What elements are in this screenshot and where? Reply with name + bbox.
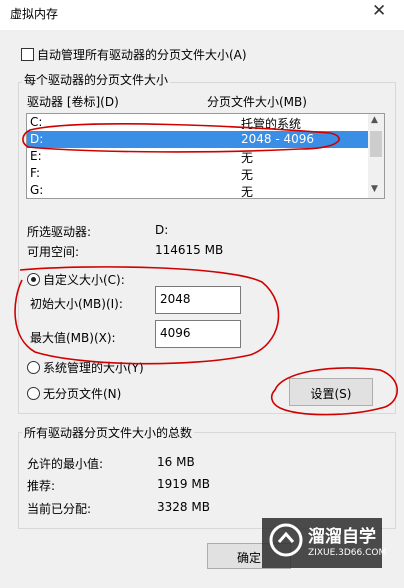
initial-size-label: 初始大小(MB)(I): — [30, 297, 123, 311]
drive-letter: D: — [30, 132, 44, 146]
drive-page-size: 无 — [241, 185, 254, 199]
drive-row[interactable]: G: 无 — [27, 182, 368, 199]
system-managed-label: 系统管理的大小(Y) — [43, 361, 144, 375]
selected-drive-label: 所选驱动器: — [27, 225, 92, 239]
auto-manage-label: 自动管理所有驱动器的分页文件大小(A) — [37, 48, 247, 62]
set-button[interactable]: 设置(S) — [289, 378, 373, 406]
column-header-drive: 驱动器 [卷标](D) — [27, 95, 119, 109]
recommended-label: 推荐: — [27, 479, 56, 493]
drive-page-size: 2048 - 4096 — [241, 132, 315, 146]
initial-size-input[interactable]: 2048 — [155, 286, 241, 314]
scroll-thumb[interactable] — [370, 131, 382, 157]
no-paging-radio[interactable] — [27, 387, 40, 400]
watermark-url: ZIXUE.3D66.COM — [308, 548, 387, 558]
allocated-label: 当前已分配: — [27, 502, 92, 516]
auto-manage-checkbox[interactable] — [21, 48, 34, 61]
min-allowed-value: 16 MB — [157, 455, 195, 469]
column-header-size: 分页文件大小(MB) — [207, 95, 307, 109]
drive-row[interactable]: E: 无 — [27, 148, 368, 165]
drive-row[interactable]: C: 托管的系统 — [27, 114, 368, 131]
max-size-input[interactable]: 4096 — [155, 320, 241, 348]
drive-letter: F: — [30, 166, 41, 180]
drive-page-size: 无 — [241, 168, 254, 182]
custom-size-label: 自定义大小(C): — [43, 273, 125, 287]
selected-drive-value: D: — [155, 223, 169, 237]
watermark-title: 溜溜自学 — [308, 527, 376, 547]
title-bar — [0, 0, 404, 30]
scroll-up-icon[interactable]: ▲ — [371, 115, 378, 125]
drive-letter: E: — [30, 149, 42, 163]
min-allowed-label: 允许的最小值: — [27, 457, 104, 471]
drive-letter: C: — [30, 115, 43, 129]
allocated-value: 3328 MB — [157, 500, 210, 514]
drive-row-selected[interactable]: D: 2048 - 4096 — [27, 131, 368, 148]
no-paging-label: 无分页文件(N) — [43, 387, 122, 401]
available-space-value: 114615 MB — [155, 243, 224, 257]
total-group-title: 所有驱动器分页文件大小的总数 — [22, 424, 195, 441]
list-scrollbar[interactable]: ▲ ▼ — [368, 114, 384, 198]
drive-letter: G: — [30, 183, 44, 197]
paging-group-title: 每个驱动器的分页文件大小 — [22, 71, 171, 88]
max-size-label: 最大值(MB)(X): — [30, 331, 116, 345]
drive-row[interactable]: F: 无 — [27, 165, 368, 182]
close-icon[interactable]: ✕ — [372, 1, 386, 21]
recommended-value: 1919 MB — [157, 477, 210, 491]
scroll-down-icon[interactable]: ▼ — [371, 184, 378, 194]
radio-dot — [31, 277, 36, 282]
system-managed-radio[interactable] — [27, 361, 40, 374]
drive-page-size: 托管的系统 — [241, 117, 302, 131]
drive-list[interactable]: C: 托管的系统 D: 2048 - 4096 E: 无 F: 无 G: 无 ▲… — [26, 113, 385, 199]
drive-page-size: 无 — [241, 151, 254, 165]
window-title: 虚拟内存 — [10, 7, 59, 21]
available-space-label: 可用空间: — [27, 245, 80, 259]
watermark-logo-icon — [269, 523, 303, 557]
custom-size-radio[interactable] — [27, 273, 40, 286]
